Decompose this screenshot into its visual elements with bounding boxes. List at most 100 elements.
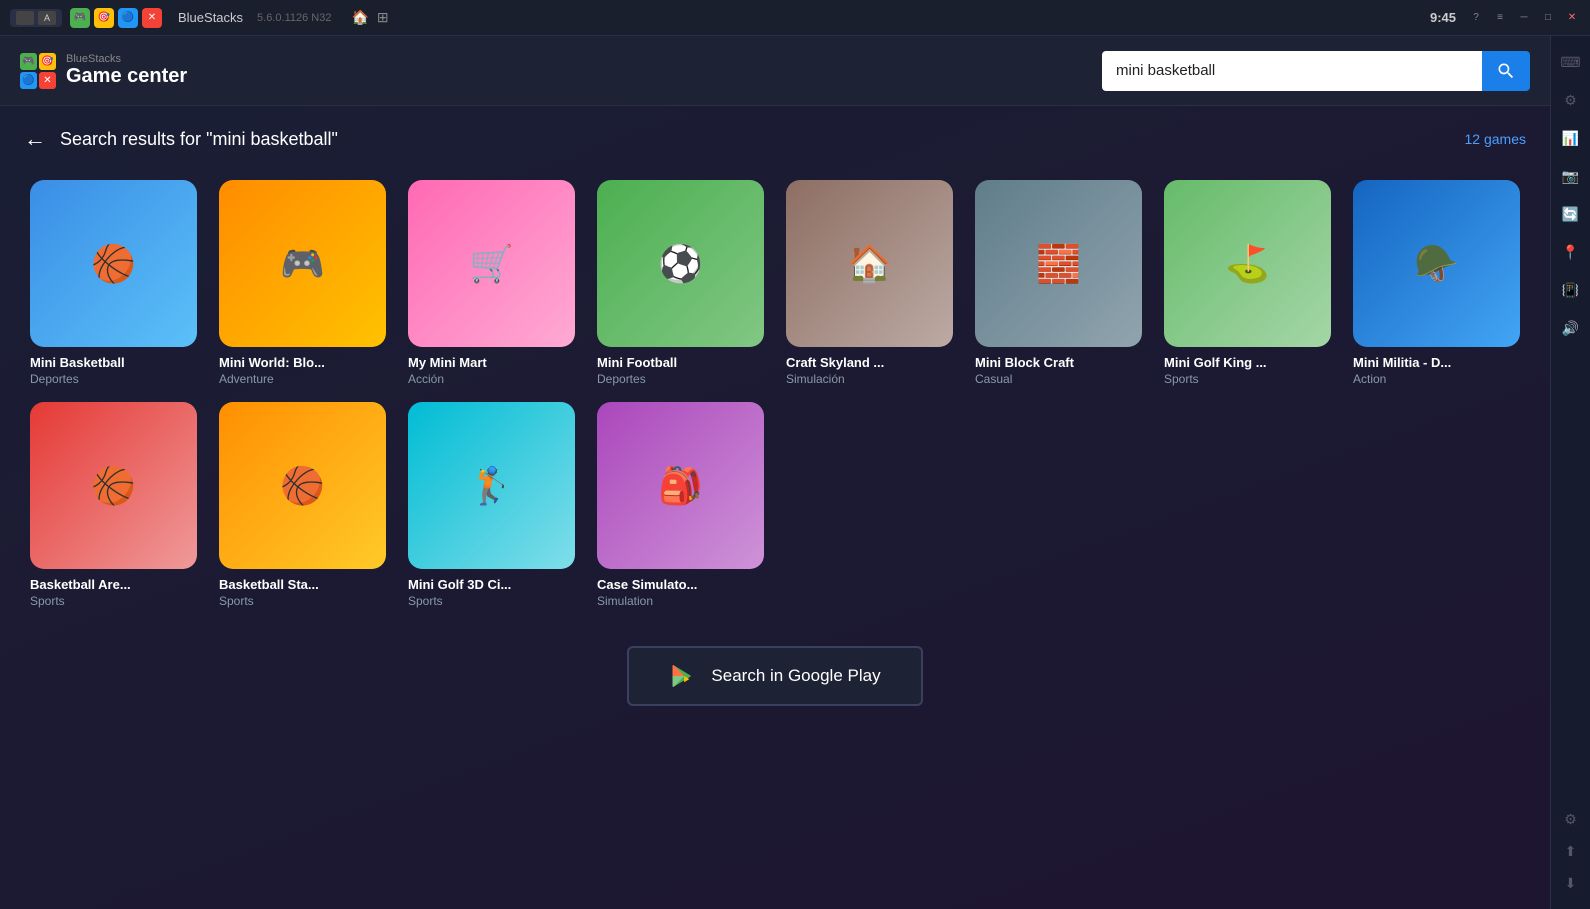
header-search (1102, 51, 1530, 91)
game-card-basketball-stars[interactable]: 🏀 Basketball Sta... Sports (213, 394, 392, 616)
game-img-mini-football: ⚽ (597, 180, 764, 347)
game-thumb-basketball-arena: 🏀 (30, 402, 197, 569)
logo-cell-4: ✕ (39, 72, 56, 89)
game-card-craft-skyland[interactable]: 🏠 Craft Skyland ... Simulación (780, 172, 959, 394)
title-bar: A 🎮 🎯 🔵 ✕ BlueStacks 5.6.0.1126 N32 🏠 ⊞ … (0, 0, 1590, 36)
instance-icon[interactable]: ⊞ (377, 9, 389, 26)
help-btn[interactable]: ? (1468, 10, 1484, 26)
clock: 9:45 (1430, 10, 1456, 25)
game-card-mini-golf-king[interactable]: ⛳ Mini Golf King ... Sports (1158, 172, 1337, 394)
title-bar-right: 9:45 ? ≡ ─ □ ✕ (1430, 10, 1580, 26)
game-img-mini-militia: 🪖 (1353, 180, 1520, 347)
title-bar-left: A 🎮 🎯 🔵 ✕ BlueStacks 5.6.0.1126 N32 🏠 ⊞ (10, 8, 389, 28)
game-card-mini-football[interactable]: ⚽ Mini Football Deportes (591, 172, 770, 394)
game-thumb-mini-militia: 🪖 (1353, 180, 1520, 347)
game-thumb-mini-block-craft: 🧱 (975, 180, 1142, 347)
header: 🎮 🎯 🔵 ✕ BlueStacks Game center (0, 36, 1550, 106)
app-name: BlueStacks (178, 10, 243, 25)
sidebar-settings-icon[interactable]: ⚙ (1555, 84, 1587, 116)
menu-btn[interactable]: ≡ (1492, 10, 1508, 26)
game-img-case-simulator: 🎒 (597, 402, 764, 569)
header-title: Game center (66, 65, 187, 88)
game-name-mini-basketball: Mini Basketball (30, 355, 197, 370)
app-icons: 🎮 🎯 🔵 ✕ (70, 8, 162, 28)
game-card-mini-golf-3d[interactable]: 🏌️ Mini Golf 3D Ci... Sports (402, 394, 581, 616)
game-img-mini-world: 🎮 (219, 180, 386, 347)
game-category-basketball-stars: Sports (219, 594, 386, 608)
header-title-block: BlueStacks Game center (66, 53, 187, 88)
sidebar-location-icon[interactable]: 📍 (1555, 236, 1587, 268)
main-content: 🎮 🎯 🔵 ✕ BlueStacks Game center ← (0, 36, 1550, 909)
game-img-mini-golf-king: ⛳ (1164, 180, 1331, 347)
app-icon-3: 🔵 (118, 8, 138, 28)
results-count: 12 games (1465, 131, 1526, 147)
sidebar-rotate-icon[interactable]: 🔄 (1555, 198, 1587, 230)
game-category-mini-world: Adventure (219, 372, 386, 386)
app-version: 5.6.0.1126 N32 (257, 12, 331, 24)
key2: A (38, 11, 56, 25)
game-thumb-mini-football: ⚽ (597, 180, 764, 347)
right-sidebar: ⌨ ⚙ 📊 📷 🔄 📍 📳 🔊 ⚙ ⬆ ⬇ (1550, 36, 1590, 909)
game-img-mini-basketball: 🏀 (30, 180, 197, 347)
header-subtitle: BlueStacks (66, 53, 187, 65)
game-thumb-my-mini-mart: 🛒 (408, 180, 575, 347)
game-thumb-mini-basketball: 🏀 (30, 180, 197, 347)
game-name-craft-skyland: Craft Skyland ... (786, 355, 953, 370)
game-name-basketball-stars: Basketball Sta... (219, 577, 386, 592)
sidebar-keyboard-icon[interactable]: ⌨ (1555, 46, 1587, 78)
search-input[interactable] (1102, 51, 1482, 91)
game-category-mini-football: Deportes (597, 372, 764, 386)
search-icon (1496, 61, 1516, 81)
game-card-mini-militia[interactable]: 🪖 Mini Militia - D... Action (1347, 172, 1526, 394)
google-play-button[interactable]: Search in Google Play (627, 646, 922, 706)
sidebar-bottom: ⚙ ⬆ ⬇ (1555, 803, 1587, 899)
sidebar-gear-icon[interactable]: ⚙ (1555, 803, 1587, 835)
sidebar-download-icon[interactable]: ⬇ (1555, 867, 1587, 899)
game-img-mini-golf-3d: 🏌️ (408, 402, 575, 569)
game-img-craft-skyland: 🏠 (786, 180, 953, 347)
google-play-section: Search in Google Play (24, 646, 1526, 706)
sidebar-performance-icon[interactable]: 📊 (1555, 122, 1587, 154)
logo-icon-grid: 🎮 🎯 🔵 ✕ (20, 53, 56, 89)
game-category-mini-golf-king: Sports (1164, 372, 1331, 386)
game-card-mini-world[interactable]: 🎮 Mini World: Blo... Adventure (213, 172, 392, 394)
game-thumb-mini-golf-king: ⛳ (1164, 180, 1331, 347)
sidebar-upload-icon[interactable]: ⬆ (1555, 835, 1587, 867)
back-button[interactable]: ← (24, 126, 46, 152)
game-card-basketball-arena[interactable]: 🏀 Basketball Are... Sports (24, 394, 203, 616)
game-card-case-simulator[interactable]: 🎒 Case Simulato... Simulation (591, 394, 770, 616)
play-store-icon (669, 662, 697, 690)
game-card-mini-basketball[interactable]: 🏀 Mini Basketball Deportes (24, 172, 203, 394)
game-name-mini-militia: Mini Militia - D... (1353, 355, 1520, 370)
sidebar-volume-icon[interactable]: 🔊 (1555, 312, 1587, 344)
game-category-mini-militia: Action (1353, 372, 1520, 386)
game-name-basketball-arena: Basketball Are... (30, 577, 197, 592)
game-card-mini-block-craft[interactable]: 🧱 Mini Block Craft Casual (969, 172, 1148, 394)
game-name-mini-golf-3d: Mini Golf 3D Ci... (408, 577, 575, 592)
home-icon[interactable]: 🏠 (351, 9, 368, 26)
search-button[interactable] (1482, 51, 1530, 91)
game-thumb-mini-golf-3d: 🏌️ (408, 402, 575, 569)
sidebar-shake-icon[interactable]: 📳 (1555, 274, 1587, 306)
app-icon-2: 🎯 (94, 8, 114, 28)
games-grid: 🏀 Mini Basketball Deportes 🎮 Mini World:… (24, 172, 1526, 616)
logo-cell-3: 🔵 (20, 72, 37, 89)
sidebar-camera-icon[interactable]: 📷 (1555, 160, 1587, 192)
keyboard-area: A (10, 9, 62, 27)
game-name-mini-block-craft: Mini Block Craft (975, 355, 1142, 370)
minimize-btn[interactable]: ─ (1516, 10, 1532, 26)
game-category-mini-golf-3d: Sports (408, 594, 575, 608)
nav-buttons: 🏠 ⊞ (351, 9, 388, 26)
google-play-label: Search in Google Play (711, 666, 880, 686)
game-img-basketball-stars: 🏀 (219, 402, 386, 569)
close-btn[interactable]: ✕ (1564, 10, 1580, 26)
header-logo: 🎮 🎯 🔵 ✕ BlueStacks Game center (20, 53, 187, 89)
results-prefix: Search results for (60, 129, 206, 149)
game-card-my-mini-mart[interactable]: 🛒 My Mini Mart Acción (402, 172, 581, 394)
maximize-btn[interactable]: □ (1540, 10, 1556, 26)
game-img-my-mini-mart: 🛒 (408, 180, 575, 347)
game-thumb-mini-world: 🎮 (219, 180, 386, 347)
content-area: ← Search results for "mini basketball" 1… (0, 106, 1550, 909)
results-query: "mini basketball" (206, 129, 338, 149)
game-category-mini-basketball: Deportes (30, 372, 197, 386)
